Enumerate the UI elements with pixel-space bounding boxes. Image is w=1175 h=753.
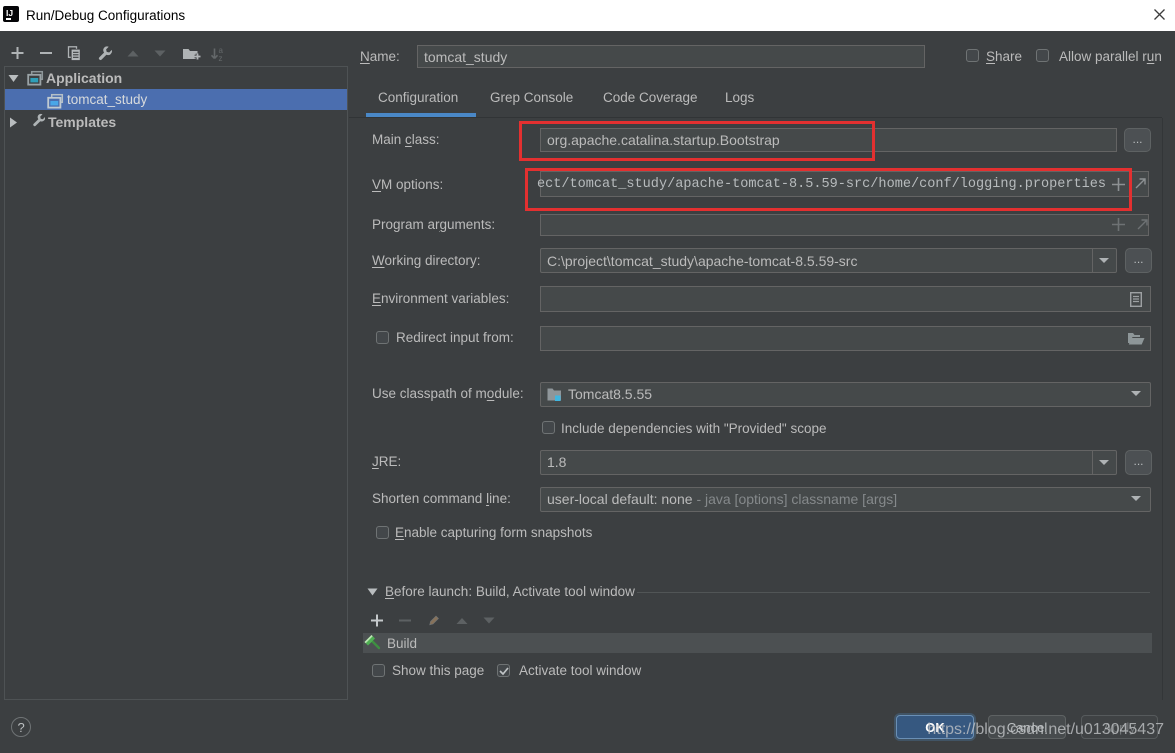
svg-text:z: z: [219, 54, 223, 61]
